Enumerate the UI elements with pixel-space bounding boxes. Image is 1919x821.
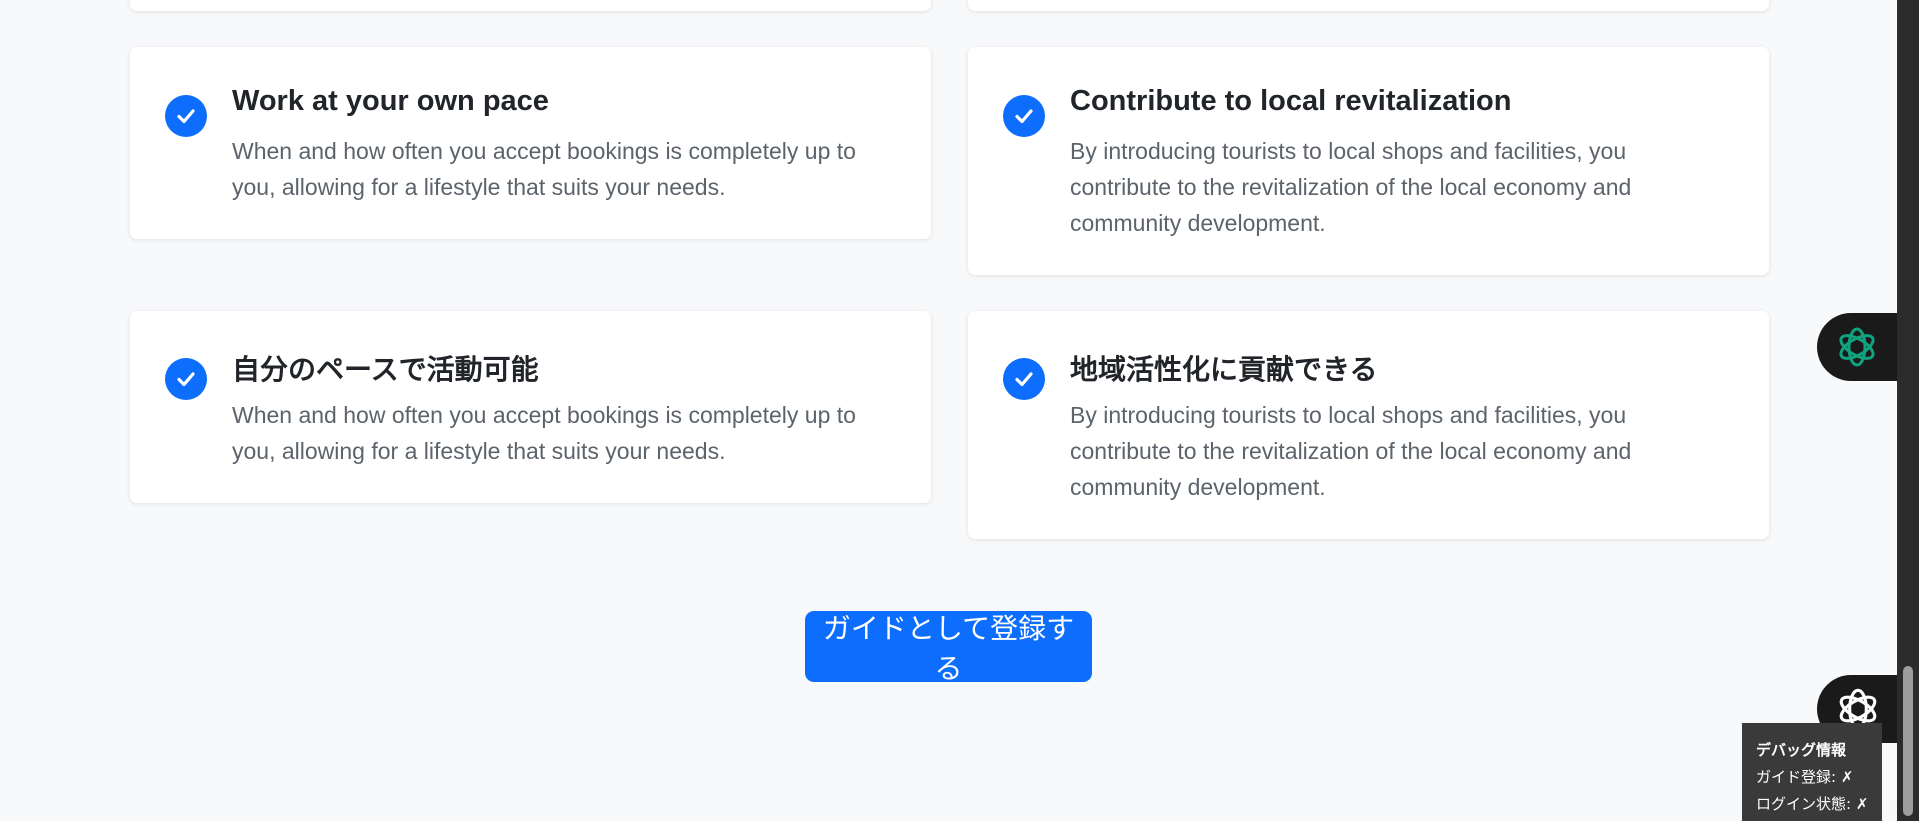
card-description: By introducing tourists to local shops a… bbox=[1070, 397, 1750, 505]
check-circle-icon bbox=[1003, 358, 1045, 400]
debug-guide-registration: ガイド登録: ✗ bbox=[1756, 768, 1854, 786]
feature-card-local-revitalization: Contribute to local revitalization By in… bbox=[968, 47, 1769, 275]
scrollbar-thumb[interactable] bbox=[1903, 666, 1913, 816]
card-description-line: When and how often you accept bookings i… bbox=[232, 402, 856, 428]
card-description-line: contribute to the revitalization of the … bbox=[1070, 174, 1632, 200]
card-description-line: contribute to the revitalization of the … bbox=[1070, 438, 1632, 464]
card-description-line: you, allowing for a lifestyle that suits… bbox=[232, 174, 726, 200]
card-previous-left bbox=[130, 0, 931, 11]
check-circle-icon bbox=[165, 95, 207, 137]
card-description: When and how often you accept bookings i… bbox=[232, 397, 912, 469]
card-description-line: you, allowing for a lifestyle that suits… bbox=[232, 438, 726, 464]
register-as-guide-button[interactable]: ガイドとして登録する bbox=[805, 611, 1092, 685]
card-description: When and how often you accept bookings i… bbox=[232, 133, 912, 205]
check-circle-icon bbox=[1003, 95, 1045, 137]
openai-logo-icon bbox=[1839, 327, 1875, 367]
card-description: By introducing tourists to local shops a… bbox=[1070, 133, 1750, 241]
debug-panel: デバッグ情報 ガイド登録: ✗ ログイン状態: ✗ bbox=[1742, 723, 1882, 821]
check-circle-icon bbox=[165, 358, 207, 400]
debug-title: デバッグ情報 bbox=[1756, 741, 1847, 759]
card-title: 自分のペースで活動可能 bbox=[232, 353, 539, 386]
card-description-line: By introducing tourists to local shops a… bbox=[1070, 402, 1627, 428]
card-previous-right bbox=[968, 0, 1769, 11]
debug-login-state: ログイン状態: ✗ bbox=[1756, 795, 1869, 813]
card-description-line: By introducing tourists to local shops a… bbox=[1070, 138, 1627, 164]
scrollbar[interactable] bbox=[1897, 0, 1919, 821]
assistant-fab-top[interactable] bbox=[1817, 313, 1897, 381]
feature-card-own-pace-ja: 自分のペースで活動可能 When and how often you accep… bbox=[130, 311, 931, 503]
card-title: 地域活性化に貢献できる bbox=[1070, 353, 1378, 386]
feature-card-own-pace: Work at your own pace When and how often… bbox=[130, 47, 931, 239]
card-description-line: community development. bbox=[1070, 474, 1326, 500]
card-title: Contribute to local revitalization bbox=[1070, 85, 1512, 117]
card-description-line: community development. bbox=[1070, 210, 1326, 236]
feature-card-local-revitalization-ja: 地域活性化に貢献できる By introducing tourists to l… bbox=[968, 311, 1769, 539]
card-description-line: When and how often you accept bookings i… bbox=[232, 138, 856, 164]
card-title: Work at your own pace bbox=[232, 85, 549, 117]
page: Work at your own pace When and how often… bbox=[0, 0, 1919, 821]
